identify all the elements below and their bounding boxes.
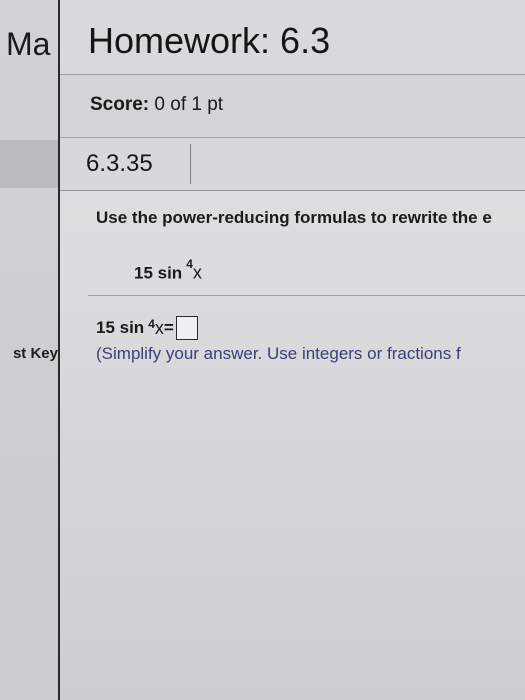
problem-bar: 6.3.35 <box>60 138 525 191</box>
question-divider <box>88 295 525 296</box>
sidebar-shade <box>0 140 58 188</box>
answer-coefficient: 15 sin <box>96 318 145 337</box>
answer-exponent: 4 <box>148 317 155 331</box>
sidebar-item-test-key[interactable]: st Key <box>0 345 58 362</box>
sidebar: st Key <box>0 0 60 700</box>
expression-variable: x <box>192 262 202 283</box>
page-title: Homework: 6.3 <box>88 20 331 61</box>
answer-equals: = <box>163 318 174 337</box>
given-expression: 15 sin 4x <box>134 257 202 284</box>
answer-input[interactable] <box>175 316 198 340</box>
score-label: Score: <box>90 94 150 115</box>
screen: st Key Ma Homework: 6.3 Score: 0 of 1 pt… <box>0 0 525 700</box>
app-title: Ma <box>6 26 51 62</box>
expression-coefficient: 15 sin <box>134 263 183 283</box>
answer-line: 15 sin 4 x = <box>96 316 198 340</box>
question-instruction: Use the power-reducing formulas to rewri… <box>96 208 492 227</box>
answer-variable: x <box>154 317 164 338</box>
score-bar: Score: 0 of 1 pt <box>60 75 525 138</box>
expression-exponent: 4 <box>186 257 193 271</box>
main-panel: Homework: 6.3 Score: 0 of 1 pt 6.3.35 Us… <box>60 0 525 700</box>
answer-hint: (Simplify your answer. Use integers or f… <box>96 344 461 363</box>
page-header: Homework: 6.3 <box>60 0 525 75</box>
score-value: 0 of 1 pt <box>154 94 224 115</box>
problem-id: 6.3.35 <box>82 144 191 184</box>
score: Score: 0 of 1 pt <box>90 94 223 116</box>
question-area: Use the power-reducing formulas to rewri… <box>60 191 525 700</box>
